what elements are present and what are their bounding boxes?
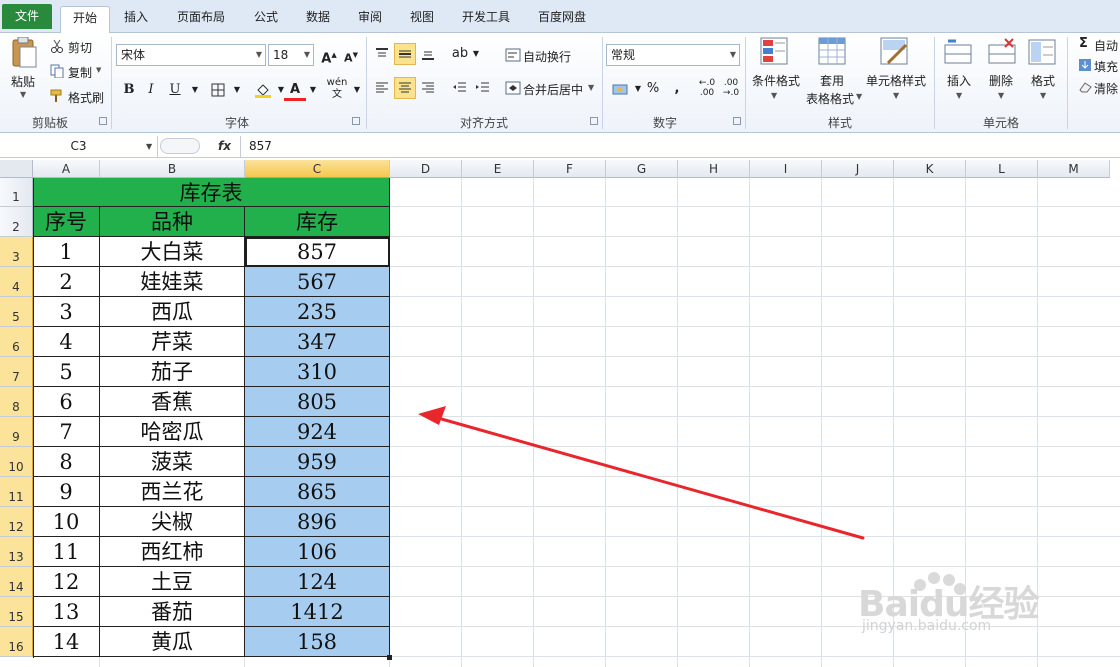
watermark-url: jingyan.baidu.com (862, 618, 992, 634)
baidu-jingyan-watermark: Baidu经验 jingyan.baidu.com (858, 565, 1073, 665)
